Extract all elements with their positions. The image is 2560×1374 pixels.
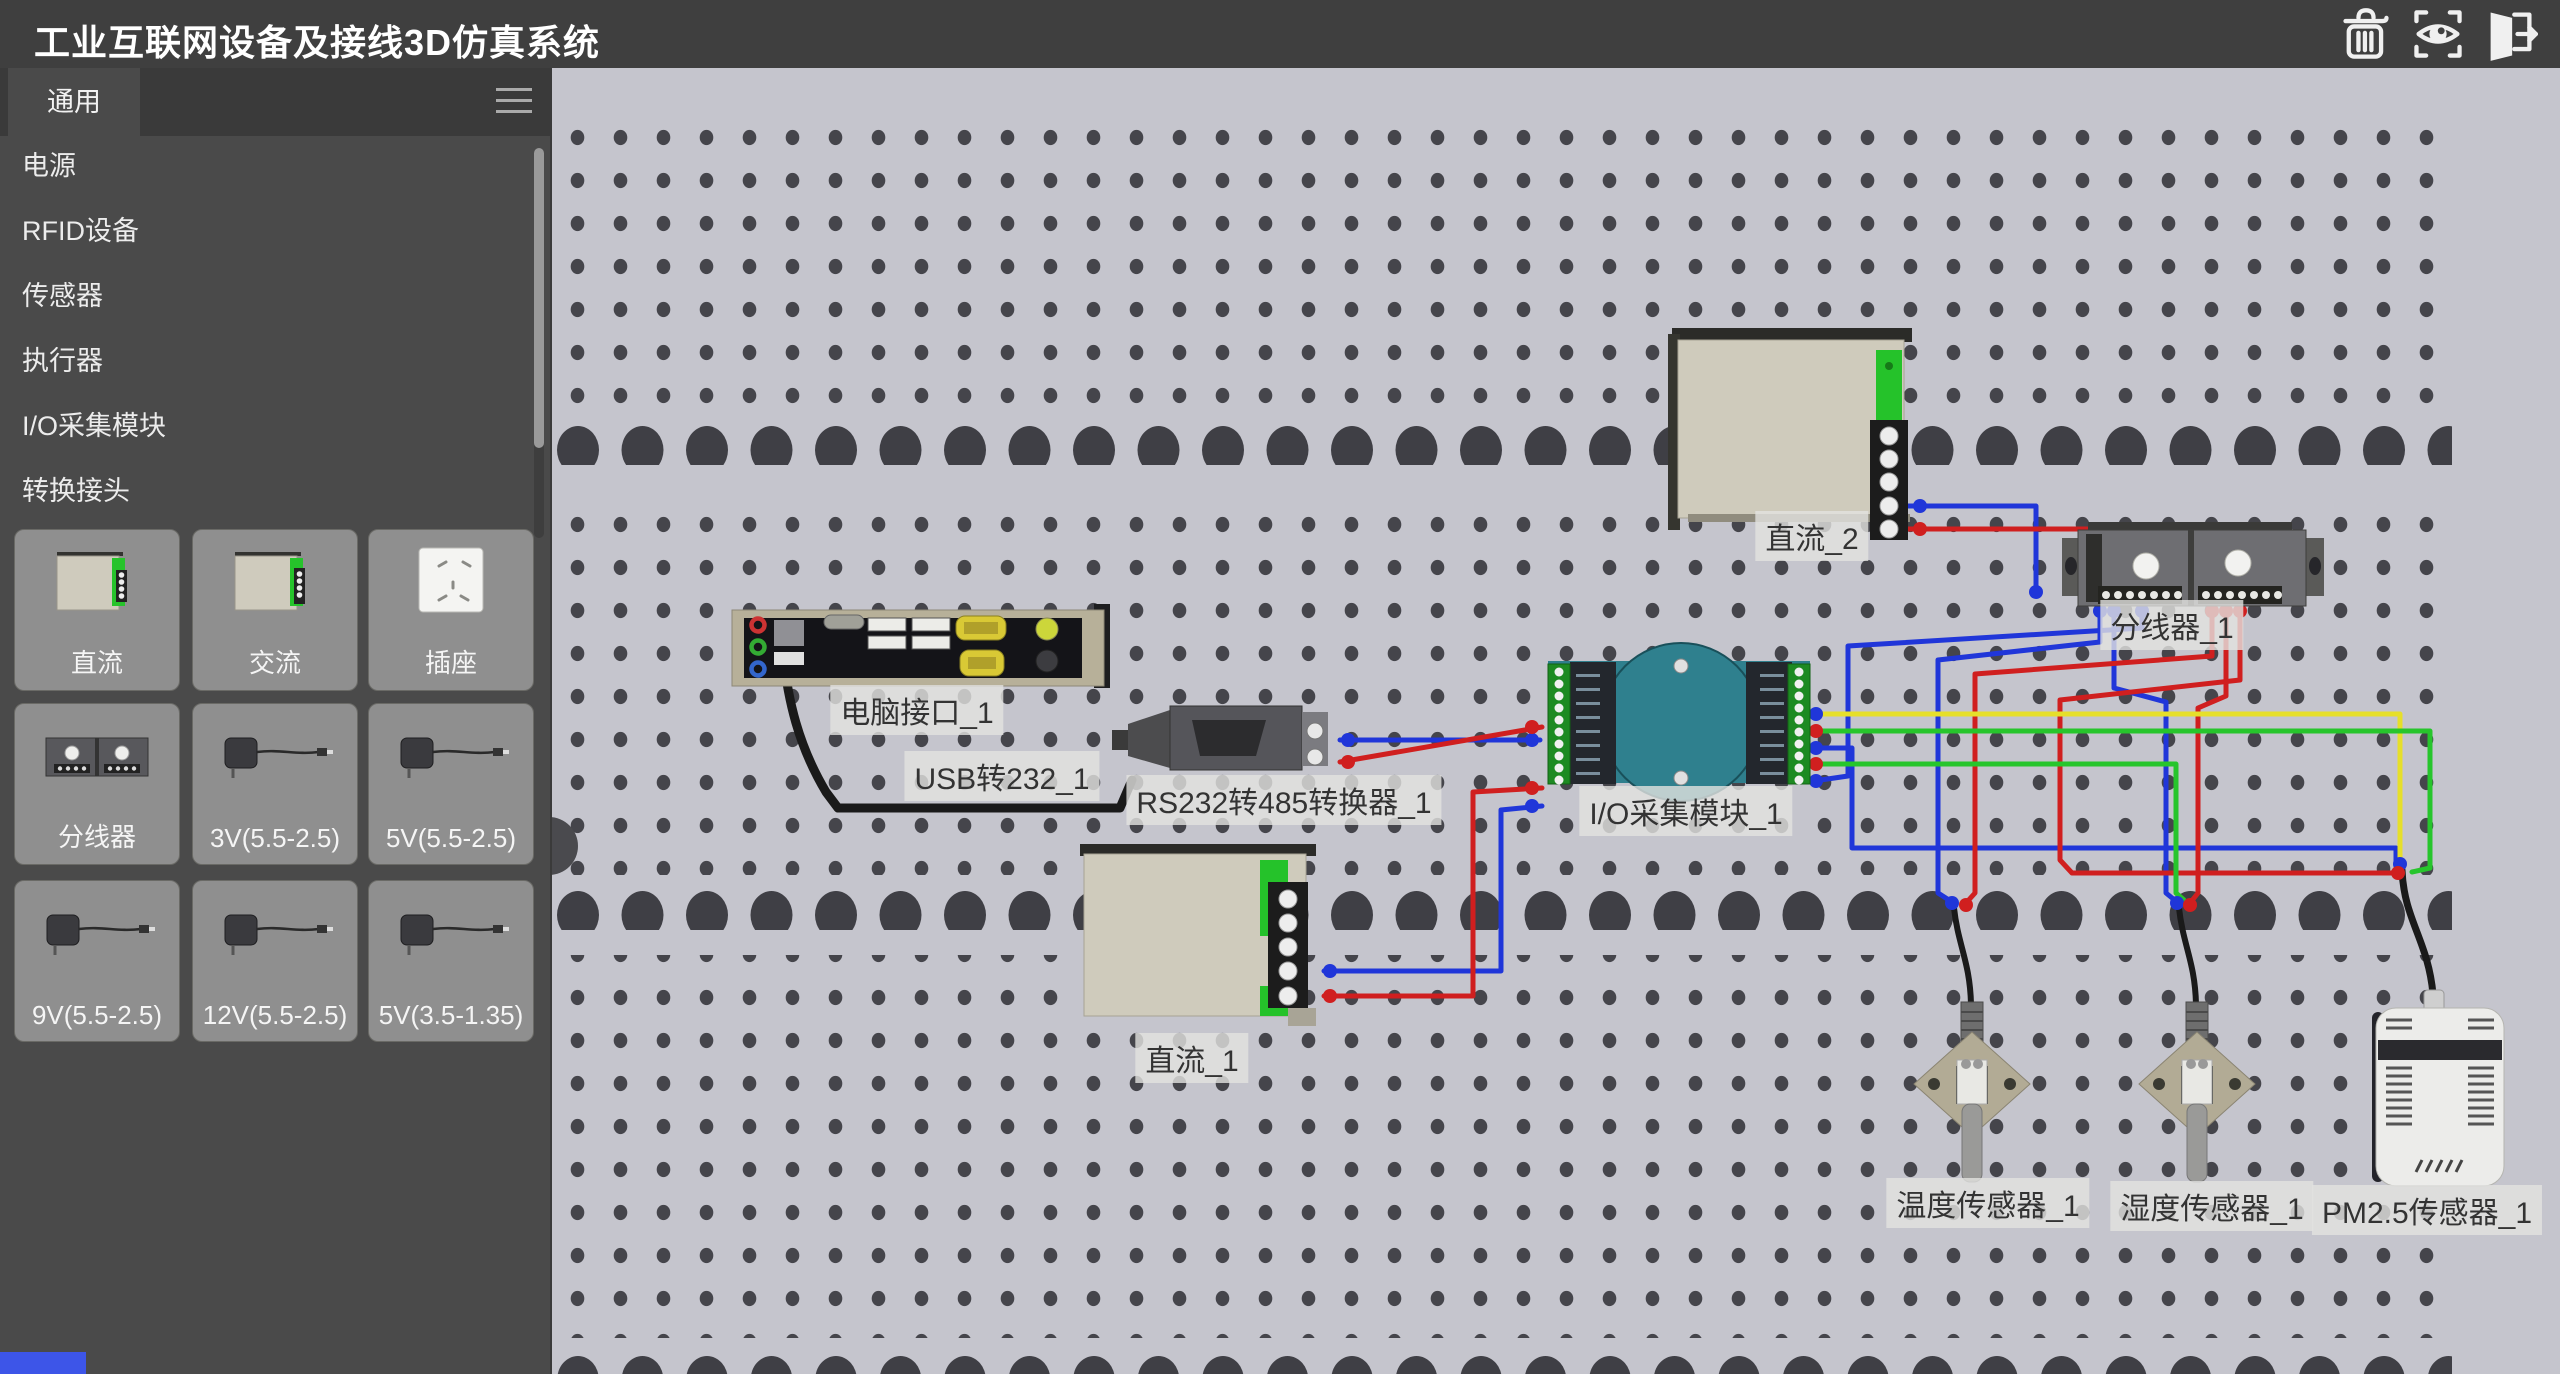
device-label-dc1: 直流_1 xyxy=(1135,1033,1248,1083)
toolbar xyxy=(2338,6,2538,62)
palette-item-12v[interactable]: 12V(5.5-2.5) xyxy=(192,880,358,1042)
socket-icon xyxy=(406,544,496,618)
device-pm25-sensor[interactable] xyxy=(2372,990,2504,1186)
adapter-icon xyxy=(391,895,511,969)
palette-item-5v-small[interactable]: 5V(3.5-1.35) xyxy=(368,880,534,1042)
device-io-module[interactable] xyxy=(1548,643,1810,801)
palette-item-ac[interactable]: 交流 xyxy=(192,529,358,691)
bottom-left-badge xyxy=(0,1352,86,1374)
adapter-icon xyxy=(215,718,335,792)
palette-item-9v[interactable]: 9V(5.5-2.5) xyxy=(14,880,180,1042)
view-focus-icon[interactable] xyxy=(2410,6,2466,62)
device-label-rs232-485: RS232转485转换器_1 xyxy=(1126,775,1441,825)
menu-icon[interactable] xyxy=(496,88,532,116)
category-menu: 电源 RFID设备 传感器 执行器 I/O采集模块 转换接头 xyxy=(0,134,526,524)
device-palette-sidebar: 通用 电源 RFID设备 传感器 执行器 I/O采集模块 转换接头 xyxy=(0,68,552,1374)
category-io-module[interactable]: I/O采集模块 xyxy=(0,394,526,459)
palette-item-splitter[interactable]: 分线器 xyxy=(14,703,180,865)
adapter-icon xyxy=(391,718,511,792)
app-title: 工业互联网设备及接线3D仿真系统 xyxy=(34,14,600,66)
adapter-icon xyxy=(37,895,157,969)
device-label-pc-interface: 电脑接口_1 xyxy=(830,685,1003,735)
device-label-temp-sensor: 温度传感器_1 xyxy=(1886,1178,2089,1228)
ac-power-icon xyxy=(230,544,320,618)
device-dc1[interactable] xyxy=(1080,844,1316,1026)
tab-general[interactable]: 通用 xyxy=(8,68,140,136)
category-rfid[interactable]: RFID设备 xyxy=(0,199,526,264)
device-pc-interface[interactable] xyxy=(732,604,1110,688)
device-label-io-module: I/O采集模块_1 xyxy=(1579,786,1792,836)
splitter-icon xyxy=(42,718,152,792)
device-dc2[interactable] xyxy=(1668,328,1912,540)
sidebar-scrollbar[interactable] xyxy=(534,148,544,538)
palette-item-5v[interactable]: 5V(5.5-2.5) xyxy=(368,703,534,865)
device-label-usb232: USB转232_1 xyxy=(904,751,1099,801)
category-power[interactable]: 电源 xyxy=(0,134,526,199)
title-bar: 工业互联网设备及接线3D仿真系统 xyxy=(0,0,2560,68)
app-window: 工业互联网设备及接线3D仿真系统 xyxy=(0,0,2560,1374)
adapter-icon xyxy=(215,895,335,969)
device-label-hum-sensor: 湿度传感器_1 xyxy=(2110,1181,2313,1231)
trash-icon[interactable] xyxy=(2338,6,2394,62)
palette-item-dc[interactable]: 直流 xyxy=(14,529,180,691)
category-adapter[interactable]: 转换接头 xyxy=(0,459,526,524)
exit-icon[interactable] xyxy=(2482,6,2538,62)
category-sensor[interactable]: 传感器 xyxy=(0,264,526,329)
simulation-canvas[interactable]: 直流_2 电脑接口_1 USB转232_1 RS232转485转换器_1 I/O… xyxy=(550,68,2560,1374)
sidebar-tabbar: 通用 xyxy=(0,68,550,136)
category-actuator[interactable]: 执行器 xyxy=(0,329,526,394)
device-label-dc2: 直流_2 xyxy=(1755,511,1868,561)
palette-item-socket[interactable]: 插座 xyxy=(368,529,534,691)
device-label-splitter: 分线器_1 xyxy=(2100,600,2243,650)
dc-power-icon xyxy=(52,544,142,618)
palette-item-3v[interactable]: 3V(5.5-2.5) xyxy=(192,703,358,865)
device-label-pm25-sensor: PM2.5传感器_1 xyxy=(2312,1185,2542,1235)
device-splitter[interactable] xyxy=(2062,522,2324,606)
